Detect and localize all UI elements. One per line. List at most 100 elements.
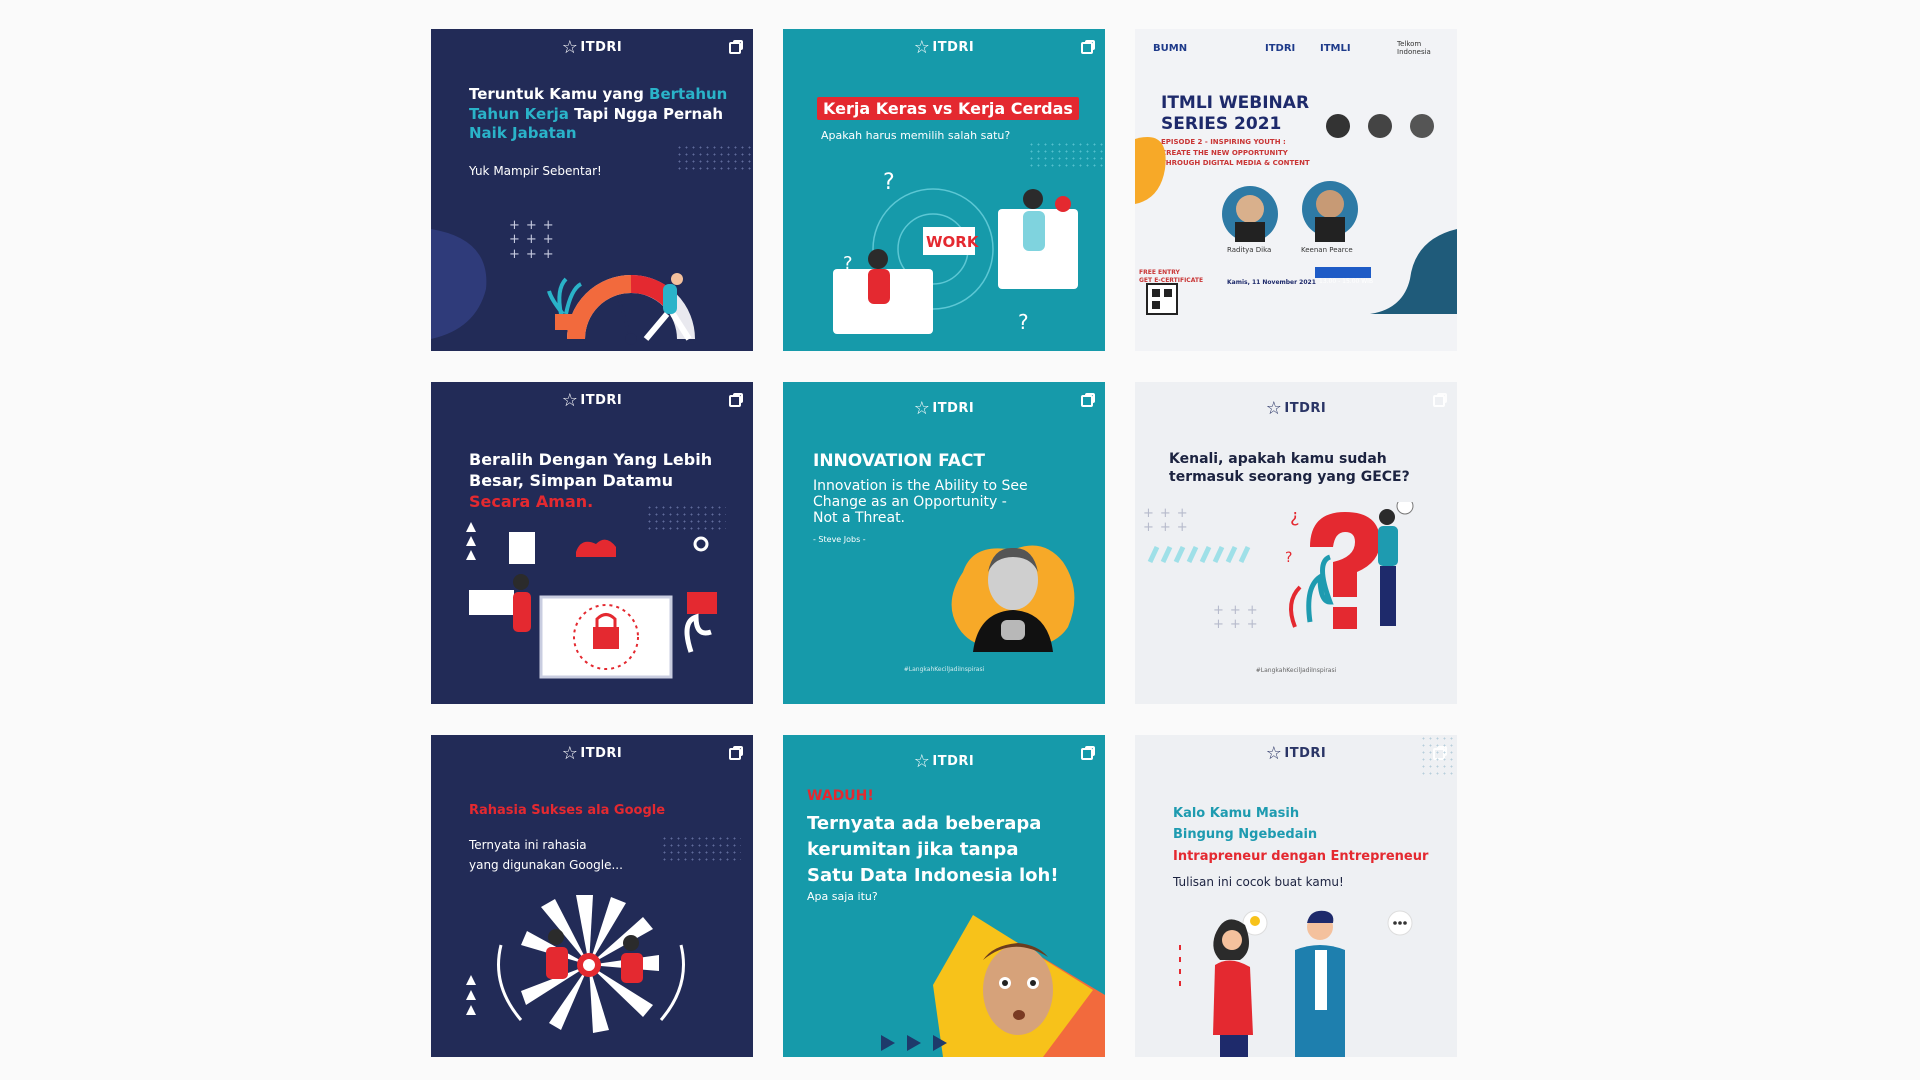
headline-line: Bingung Ngebedain bbox=[1173, 827, 1318, 843]
two-people-illustration bbox=[1179, 910, 1413, 1057]
post-tile-beralih[interactable]: ☆ ITDRI Beralih Dengan Yang Lebih Besar, … bbox=[431, 382, 753, 704]
post-kicker: WADUH! bbox=[807, 788, 874, 804]
itdri-logo: ☆ ITDRI bbox=[783, 398, 1105, 419]
headline-line: Besar, Simpan Datamu bbox=[469, 470, 674, 490]
subtitle-line: yang digunakan Google... bbox=[469, 858, 623, 873]
work-label: WORK bbox=[926, 233, 980, 251]
star-icon: ☆ bbox=[913, 751, 931, 772]
itdri-logo: ☆ ITDRI bbox=[1135, 398, 1457, 419]
headline-part: Tapi Ngga Pernah bbox=[568, 104, 724, 123]
star-icon: ☆ bbox=[561, 390, 579, 411]
post-headline: Teruntuk Kamu yang Bertahun Tahun Kerja … bbox=[469, 85, 727, 144]
free-line: FREE ENTRY bbox=[1139, 269, 1180, 276]
logo-text: ITDRI bbox=[1284, 746, 1327, 761]
headline-highlight: Intrapreneur dengan Entrepreneur bbox=[1173, 848, 1429, 864]
work-illustration: ? ? ? WORK bbox=[833, 170, 1078, 334]
innovation-quote: Innovation is the Ability to See Change … bbox=[813, 478, 1028, 526]
post-subtitle: Apakah harus memilih salah satu? bbox=[821, 129, 1011, 142]
headline-line: Kalo Kamu Masih bbox=[1173, 806, 1300, 821]
logo-text: ITDRI bbox=[1284, 401, 1327, 416]
itdri-logo: ITDRI bbox=[1265, 43, 1295, 54]
multiple-images-icon bbox=[729, 393, 743, 407]
logo-text: ITDRI bbox=[580, 746, 623, 761]
svg-text:?: ? bbox=[883, 170, 895, 195]
post-tile-webinar[interactable]: BUMN ITDRI ITMLI Telkom Indonesia ITMLI … bbox=[1135, 29, 1457, 351]
speaker-name: Keenan Pearce bbox=[1301, 246, 1353, 254]
headline-highlight: Bertahun bbox=[649, 85, 728, 103]
star-icon: ☆ bbox=[913, 398, 931, 419]
headline-line: kerumitan jika tanpa bbox=[807, 839, 1019, 861]
star-icon: ☆ bbox=[561, 743, 579, 764]
itdri-logo: ☆ ITDRI bbox=[431, 37, 753, 58]
post-tile-innovation[interactable]: ☆ ITDRI INNOVATION FACT Innovation is the… bbox=[783, 382, 1105, 704]
logo-text: ITDRI bbox=[1265, 43, 1296, 54]
logo-text: ITDRI bbox=[932, 754, 975, 769]
post-subtitle: Ternyata ini rahasia yang digunakan Goog… bbox=[469, 835, 623, 876]
subtitle-line: Ternyata ini rahasia bbox=[469, 838, 587, 852]
multiple-images-icon bbox=[729, 746, 743, 760]
steve-jobs-portrait bbox=[951, 545, 1075, 652]
question-illustration: ¿ ? bbox=[1147, 502, 1414, 629]
logo-text: ITDRI bbox=[932, 40, 975, 55]
headline-part: Teruntuk Kamu yang bbox=[469, 85, 650, 103]
google-success-illustration bbox=[466, 895, 685, 1033]
itdri-logo: ☆ ITDRI bbox=[1135, 743, 1457, 764]
post-grid: ☆ ITDRI Teruntuk Kamu yang Bertahun Tahun… bbox=[431, 29, 1457, 1057]
free-entry-label: FREE ENTRY GET E-CERTIFICATE bbox=[1139, 269, 1203, 286]
post-headline: Kenali, apakah kamu sudah termasuk seora… bbox=[1169, 450, 1410, 486]
quote-line: Change as an Opportunity - bbox=[813, 494, 1007, 511]
headline-line: Ternyata ada beberapa bbox=[807, 813, 1042, 834]
star-icon: ☆ bbox=[561, 37, 579, 58]
headline-line: Beralih Dengan Yang Lebih bbox=[469, 450, 713, 469]
headline-highlight: Tahun Kerja bbox=[469, 104, 569, 123]
star-icon: ☆ bbox=[913, 37, 931, 58]
star-icon: ☆ bbox=[1265, 743, 1283, 764]
itdri-logo: ☆ ITDRI bbox=[431, 390, 753, 411]
quote-line: Not a Threat. bbox=[813, 510, 906, 527]
itdri-logo: ☆ ITDRI bbox=[783, 37, 1105, 58]
svg-text:?: ? bbox=[1285, 550, 1292, 566]
webinar-speakers-illustration bbox=[1135, 114, 1457, 315]
post-headline: INNOVATION FACT bbox=[813, 451, 986, 471]
star-icon: ☆ bbox=[1265, 398, 1283, 419]
dot-pattern bbox=[676, 144, 753, 174]
event-date: Kamis, 11 November 2021 bbox=[1227, 279, 1316, 286]
event-time: 13.00 - 15.00 WIB bbox=[1319, 278, 1374, 285]
headline-line: Kenali, apakah kamu sudah bbox=[1169, 451, 1387, 467]
dot-pattern bbox=[1420, 735, 1457, 775]
multiple-images-icon bbox=[1081, 40, 1095, 54]
hashtag: #LangkahKecilJadiInspirasi bbox=[1255, 667, 1337, 674]
post-tile-waduh[interactable]: ☆ ITDRI WADUH! Ternyata ada beberapa keru… bbox=[783, 735, 1105, 1057]
svg-text:?: ? bbox=[1018, 310, 1029, 334]
itdri-logo: ☆ ITDRI bbox=[431, 743, 753, 764]
post-tile-teruntuk[interactable]: ☆ ITDRI Teruntuk Kamu yang Bertahun Tahun… bbox=[431, 29, 753, 351]
partner-logo-telkom: Telkom Indonesia bbox=[1397, 40, 1431, 56]
post-tile-kerja[interactable]: ☆ ITDRI Kerja Keras vs Kerja Cerdas Apaka… bbox=[783, 29, 1105, 351]
multiple-images-icon bbox=[1081, 746, 1095, 760]
post-tile-google[interactable]: ☆ ITDRI Rahasia Sukses ala Google Ternyat… bbox=[431, 735, 753, 1057]
speaker-name: Raditya Dika bbox=[1227, 246, 1272, 254]
itdri-logo: ☆ ITDRI bbox=[783, 751, 1105, 772]
hashtag: #LangkahKecilJadiInspirasi bbox=[903, 666, 985, 673]
multiple-images-icon bbox=[1081, 393, 1095, 407]
logo-text: ITDRI bbox=[580, 40, 623, 55]
logo-text: ITDRI bbox=[932, 401, 975, 416]
partner-logo-bumn: BUMN bbox=[1153, 43, 1188, 54]
post-headline: Kalo Kamu Masih Bingung Ngebedain Intrap… bbox=[1173, 803, 1428, 867]
post-subtitle: Tulisan ini cocok buat kamu! bbox=[1173, 875, 1344, 889]
post-headline: Kerja Keras vs Kerja Cerdas bbox=[817, 97, 1079, 120]
post-headline: Ternyata ada beberapa kerumitan jika tan… bbox=[807, 811, 1059, 889]
career-gauge-illustration bbox=[431, 229, 695, 345]
logo-text: ITDRI bbox=[580, 393, 623, 408]
secure-data-illustration bbox=[466, 522, 717, 679]
quote-line: Innovation is the Ability to See bbox=[813, 478, 1028, 494]
quote-author: - Steve Jobs - bbox=[813, 535, 866, 544]
multiple-images-icon bbox=[1433, 393, 1447, 407]
headline-highlight: Naik Jabatan bbox=[469, 124, 577, 142]
headline-highlight: Secara Aman. bbox=[469, 491, 594, 511]
multiple-images-icon bbox=[729, 40, 743, 54]
post-headline: Rahasia Sukses ala Google bbox=[469, 803, 666, 818]
post-tile-intrapreneur[interactable]: ☆ ITDRI Kalo Kamu Masih Bingung Ngebedain… bbox=[1135, 735, 1457, 1057]
post-subtitle: Yuk Mampir Sebentar! bbox=[469, 164, 602, 178]
post-tile-gece[interactable]: ☆ ITDRI Kenali, apakah kamu sudah termasu… bbox=[1135, 382, 1457, 704]
